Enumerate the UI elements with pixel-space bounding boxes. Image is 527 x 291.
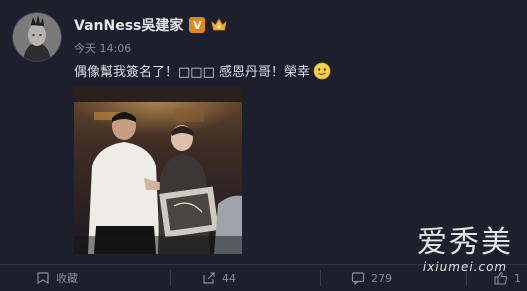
- post-time[interactable]: 今天 14:06: [74, 40, 131, 56]
- action-separator: [170, 270, 171, 286]
- favorite-button[interactable]: 收藏: [36, 265, 78, 291]
- vip-crown-icon[interactable]: [211, 17, 227, 33]
- repost-button[interactable]: 44: [202, 265, 236, 291]
- comment-icon: [351, 271, 365, 285]
- avatar[interactable]: [12, 12, 62, 62]
- favorite-label: 收藏: [56, 272, 78, 285]
- author-row: VanNess吳建家 V: [74, 14, 227, 36]
- comment-button[interactable]: 279: [351, 265, 392, 291]
- favorite-icon: [36, 271, 50, 285]
- like-count: 1: [514, 271, 521, 285]
- repost-icon: [202, 271, 216, 285]
- watermark-logo: 爱秀美 ixiumei.com: [417, 225, 513, 275]
- post-photo[interactable]: [74, 86, 242, 254]
- post-text: 偶像幫我簽名了！□□□ 感恩丹哥！榮幸: [74, 61, 331, 80]
- action-separator: [320, 270, 321, 286]
- repost-count: 44: [222, 271, 236, 285]
- watermark-cn: 爱秀美: [417, 225, 513, 260]
- watermark-en: ixiumei.com: [422, 260, 508, 274]
- smile-emoji-icon: [313, 62, 331, 79]
- weibo-post-card: VanNess吳建家 V 今天 14:06 偶像幫我簽名了！□□□ 感恩丹哥！榮…: [0, 0, 527, 291]
- verified-badge: V: [189, 17, 206, 33]
- author-name[interactable]: VanNess吳建家: [74, 15, 183, 35]
- comment-count: 279: [371, 271, 392, 285]
- avatar-photo: [13, 13, 61, 61]
- post-photo-image: [74, 86, 242, 254]
- post-body: 偶像幫我簽名了！□□□ 感恩丹哥！榮幸: [74, 65, 310, 80]
